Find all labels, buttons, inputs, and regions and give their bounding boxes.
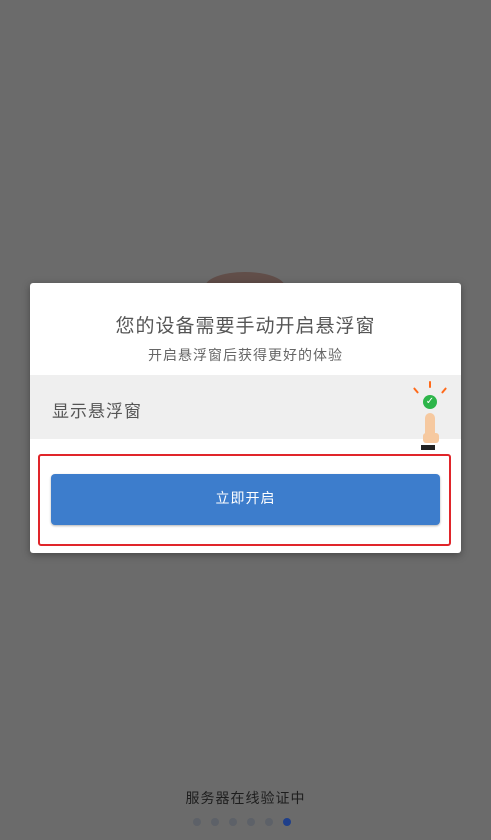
page-dot bbox=[211, 818, 219, 826]
sleeve-cuff bbox=[421, 445, 435, 450]
server-status-text: 服务器在线验证中 bbox=[185, 791, 306, 807]
dialog-title: 您的设备需要手动开启悬浮窗 bbox=[115, 315, 376, 337]
show-floating-window-label: 显示悬浮窗 bbox=[52, 402, 142, 422]
page-indicator bbox=[193, 818, 293, 828]
page-dot bbox=[247, 818, 255, 826]
page-dot bbox=[229, 818, 237, 826]
floating-window-permission-dialog: 您的设备需要手动开启悬浮窗 开启悬浮窗后获得更好的体验 显示悬浮窗 ✓ 立即开启 bbox=[30, 283, 461, 553]
show-floating-window-row: 显示悬浮窗 ✓ bbox=[30, 375, 461, 450]
page-dot bbox=[193, 818, 201, 826]
check-circle-icon: ✓ bbox=[423, 395, 437, 409]
page-dot-active bbox=[283, 818, 291, 826]
tap-hint-illustration: ✓ bbox=[412, 381, 449, 455]
enable-now-button[interactable]: 立即开启 bbox=[51, 474, 440, 525]
page-dot bbox=[265, 818, 273, 826]
hand-base bbox=[423, 433, 439, 443]
dialog-subtitle: 开启悬浮窗后获得更好的体验 bbox=[148, 348, 343, 364]
